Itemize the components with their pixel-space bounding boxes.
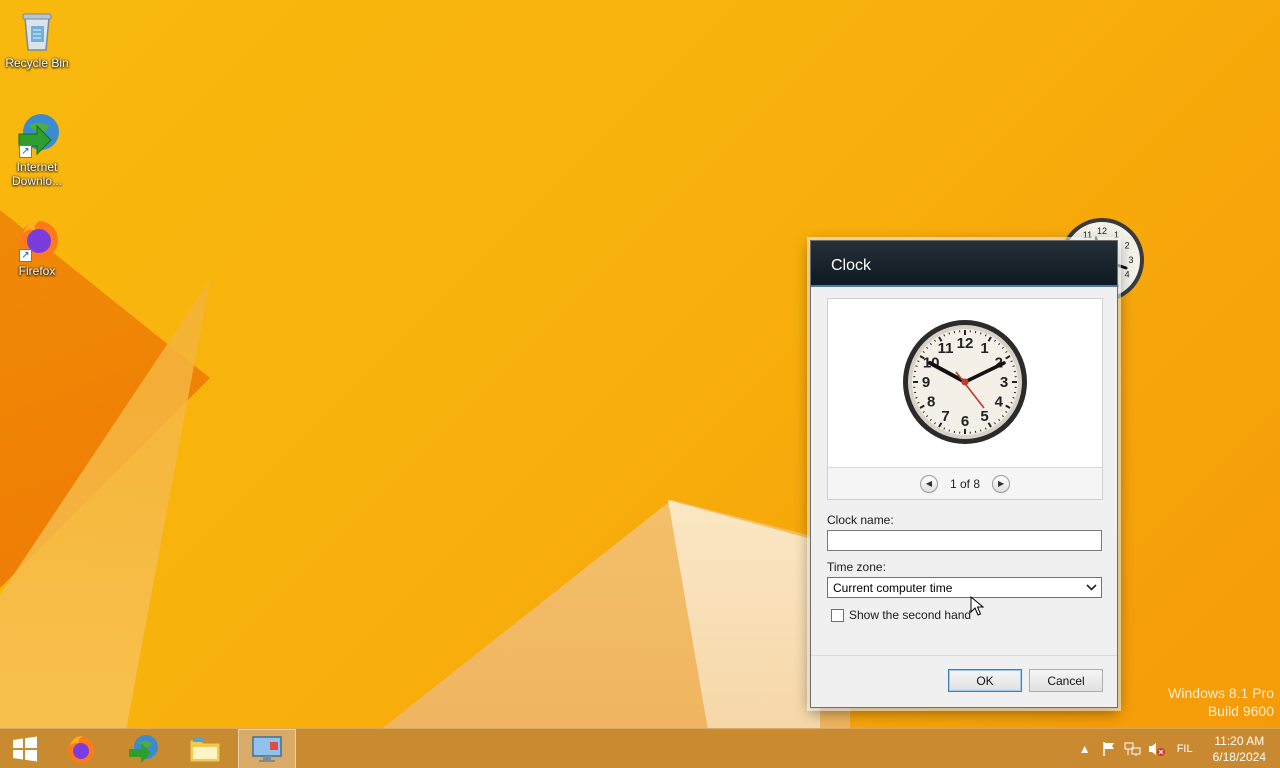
clock-tick xyxy=(980,332,982,335)
show-hidden-icons-icon[interactable]: ▲ xyxy=(1073,729,1097,768)
internet-download-manager-icon: ↗ xyxy=(13,110,61,158)
clock-tick xyxy=(980,429,982,432)
show-second-hand-option[interactable]: Show the second hand xyxy=(831,608,971,622)
start-button[interactable] xyxy=(0,729,50,768)
clock-numeral: 1 xyxy=(980,340,988,357)
ok-button[interactable]: OK xyxy=(948,669,1022,692)
clock-tick xyxy=(915,365,918,367)
pager-text: 1 of 8 xyxy=(949,476,981,491)
firefox-icon: ↗ xyxy=(13,214,61,262)
clock-numeral: 11 xyxy=(938,340,954,357)
taskbar-clock[interactable]: 11:20 AM 6/18/2024 xyxy=(1205,733,1280,765)
time-zone-value: Current computer time xyxy=(833,580,953,595)
clock-numeral: 5 xyxy=(980,408,988,425)
recycle-bin-icon xyxy=(13,6,61,54)
watermark-edition: Windows 8.1 Pro xyxy=(1168,685,1274,701)
clock-tick xyxy=(1012,365,1015,367)
windows-logo-icon xyxy=(13,736,37,762)
internet-download-manager-icon xyxy=(129,735,158,763)
system-tray: ▲ FIL 11:20 AM 6/18/2024 xyxy=(1073,729,1280,768)
time-zone-select[interactable]: Current computer time xyxy=(827,577,1102,598)
clock-preview-face: 121234567891011 xyxy=(903,320,1027,444)
desktop-icon-label: Firefox xyxy=(18,264,56,278)
desktop-icon-recycle-bin[interactable]: Recycle Bin xyxy=(4,6,70,70)
clock-numeral: 11 xyxy=(1083,230,1092,240)
taskbar: ▲ FIL 11:20 AM 6/18/2024 xyxy=(0,728,1280,768)
clock-numeral: 7 xyxy=(941,408,949,425)
time-zone-label: Time zone: xyxy=(827,560,886,574)
clock-numeral: 2 xyxy=(1125,241,1130,251)
clock-numeral: 12 xyxy=(957,335,974,352)
next-button[interactable]: ▶ xyxy=(992,474,1011,493)
taskbar-file-explorer[interactable] xyxy=(176,729,234,768)
cancel-button[interactable]: Cancel xyxy=(1029,669,1103,692)
desktop-icon-label: Internet Downlo... xyxy=(11,160,63,188)
shortcut-arrow-icon: ↗ xyxy=(19,249,32,262)
taskbar-internet-download-manager[interactable] xyxy=(114,729,172,768)
action-center-flag-icon[interactable] xyxy=(1097,729,1121,768)
clock-numeral: 6 xyxy=(961,413,969,430)
desktop-icon-firefox[interactable]: ↗ Firefox xyxy=(4,214,70,278)
clock-style-pager: ◀ 1 of 8 ▶ xyxy=(828,467,1102,499)
mouse-cursor-icon xyxy=(970,595,985,621)
clock-numeral: 1 xyxy=(1114,230,1119,240)
clock-settings-dialog: Clock 121234567891011 ◀ 1 of 8 ▶ Clock n… xyxy=(810,240,1118,708)
clock-preview: 121234567891011 ◀ 1 of 8 ▶ xyxy=(827,298,1103,500)
clock-name-input[interactable] xyxy=(827,530,1102,551)
chevron-down-icon[interactable] xyxy=(1083,579,1100,596)
taskbar-remote-desktop[interactable] xyxy=(238,729,296,768)
volume-muted-icon[interactable] xyxy=(1145,729,1169,768)
clock-numeral: 4 xyxy=(1125,270,1130,280)
desktop-icon-label: Recycle Bin xyxy=(5,56,69,70)
show-second-hand-label: Show the second hand xyxy=(849,608,972,622)
clock-numeral: 12 xyxy=(1097,226,1107,236)
shortcut-arrow-icon: ↗ xyxy=(19,145,32,158)
network-icon[interactable] xyxy=(1121,729,1145,768)
dialog-title: Clock xyxy=(811,241,1117,287)
clock-numeral: 4 xyxy=(995,394,1004,411)
taskbar-firefox[interactable] xyxy=(52,729,110,768)
taskbar-date: 6/18/2024 xyxy=(1212,750,1266,764)
previous-button[interactable]: ◀ xyxy=(919,474,938,493)
clock-tick xyxy=(1012,397,1015,399)
clock-numeral: 8 xyxy=(927,394,935,411)
divider xyxy=(811,655,1117,656)
windows-watermark: Windows 8.1 Pro Build 9600 xyxy=(1168,684,1274,720)
folder-icon xyxy=(189,737,221,763)
input-language-indicator[interactable]: FIL xyxy=(1169,743,1205,755)
clock-numeral: 9 xyxy=(922,374,930,391)
clock-numeral: 3 xyxy=(1128,255,1133,265)
clock-tick xyxy=(915,397,918,399)
clock-name-label: Clock name: xyxy=(827,513,894,527)
clock-tick xyxy=(948,429,950,432)
show-second-hand-checkbox[interactable] xyxy=(831,608,844,622)
monitor-icon xyxy=(252,736,282,762)
firefox-icon xyxy=(68,736,94,763)
taskbar-time: 11:20 AM xyxy=(1214,734,1265,748)
clock-tick xyxy=(948,332,950,335)
desktop-icon-internet-download-manager[interactable]: ↗ Internet Downlo... xyxy=(4,110,70,188)
watermark-build: Build 9600 xyxy=(1207,703,1274,719)
clock-numeral: 3 xyxy=(1000,374,1008,391)
